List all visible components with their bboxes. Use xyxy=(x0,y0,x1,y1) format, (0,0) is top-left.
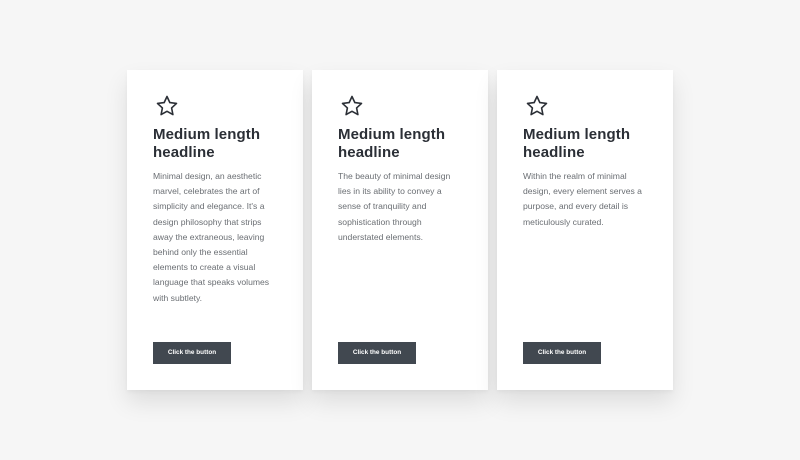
card-body-text: The beauty of minimal design lies in its… xyxy=(338,171,451,242)
click-the-button[interactable]: Click the button xyxy=(153,342,231,364)
feature-card: Medium length headline The beauty of min… xyxy=(312,70,488,390)
feature-card: Medium length headline Minimal design, a… xyxy=(127,70,303,390)
star-icon xyxy=(340,94,364,118)
star-icon xyxy=(525,94,549,118)
card-headline: Medium length headline xyxy=(523,126,631,161)
card-headline: Medium length headline xyxy=(338,126,446,161)
card-body-text: Minimal design, an aesthetic marvel, cel… xyxy=(153,171,270,303)
card-body-text: Within the realm of minimal design, ever… xyxy=(523,171,642,227)
click-the-button[interactable]: Click the button xyxy=(523,342,601,364)
feature-card: Medium length headline Within the realm … xyxy=(497,70,673,390)
feature-cards-section: Medium length headline Minimal design, a… xyxy=(0,0,800,460)
card-headline: Medium length headline xyxy=(153,126,261,161)
star-icon xyxy=(155,94,179,118)
click-the-button[interactable]: Click the button xyxy=(338,342,416,364)
